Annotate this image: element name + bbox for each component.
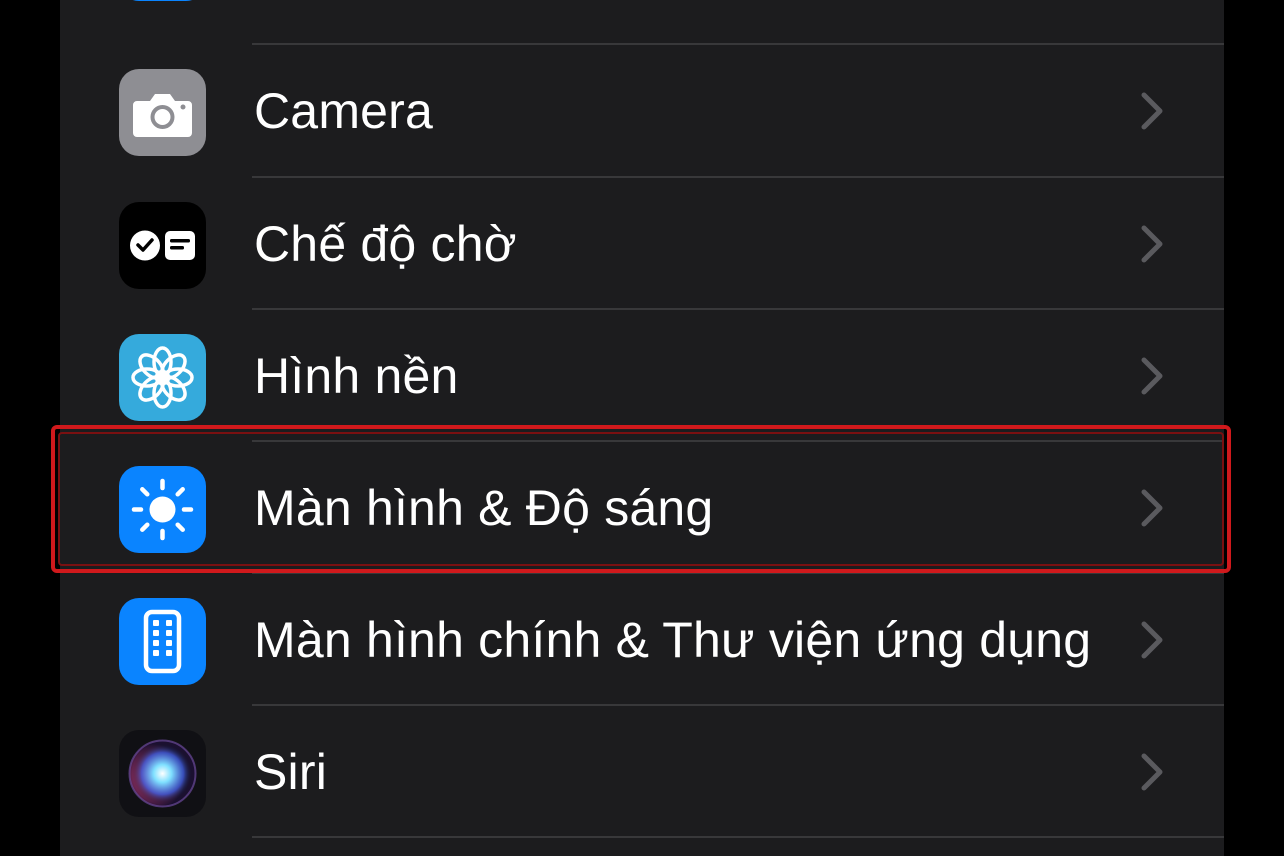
camera-icon bbox=[119, 69, 206, 156]
settings-row-home-screen[interactable]: Màn hình chính & Thư viện ứng dụng bbox=[60, 574, 1224, 706]
settings-row-label: Màn hình chính & Thư viện ứng dụng bbox=[254, 612, 1092, 668]
highlight-box bbox=[51, 425, 1231, 573]
chevron-right-icon bbox=[1141, 753, 1163, 791]
chevron-right-icon bbox=[1141, 621, 1163, 659]
settings-row-partial[interactable] bbox=[60, 0, 1224, 22]
settings-row-label: Siri bbox=[254, 744, 328, 800]
settings-row-camera[interactable]: Camera bbox=[60, 45, 1224, 177]
settings-row-siri[interactable]: Siri bbox=[60, 706, 1224, 838]
wallpaper-icon bbox=[119, 334, 206, 421]
chevron-right-icon bbox=[1141, 357, 1163, 395]
separator bbox=[252, 836, 1224, 838]
accessibility-icon bbox=[119, 0, 206, 1]
siri-icon bbox=[119, 730, 206, 817]
standby-icon bbox=[119, 202, 206, 289]
settings-row-label: Camera bbox=[254, 83, 434, 139]
chevron-right-icon bbox=[1141, 225, 1163, 263]
settings-row-label: Chế độ chờ bbox=[254, 216, 517, 272]
settings-row-standby[interactable]: Chế độ chờ bbox=[60, 178, 1224, 310]
settings-row-wallpaper[interactable]: Hình nền bbox=[60, 310, 1224, 442]
home-screen-icon bbox=[119, 598, 206, 685]
settings-row-label: Hình nền bbox=[254, 348, 459, 404]
chevron-right-icon bbox=[1141, 92, 1163, 130]
